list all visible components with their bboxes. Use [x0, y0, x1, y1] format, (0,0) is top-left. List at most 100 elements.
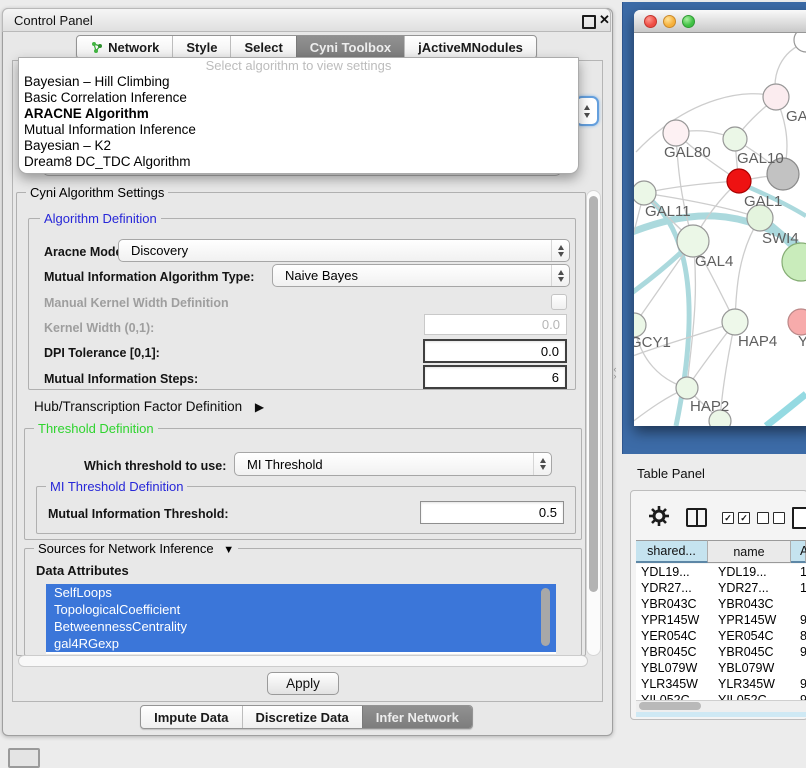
table-row[interactable]: YBL079W YBL079W	[636, 660, 806, 676]
node-hap4[interactable]	[722, 309, 748, 335]
attribute-item[interactable]: SelfLoops	[46, 584, 556, 601]
tab-select-label: Select	[244, 40, 282, 55]
checkbox-checked-icon: ✓	[738, 512, 750, 524]
table-row[interactable]: YIL052C YIL052C 9.	[636, 692, 806, 700]
mi-algorithm-type-combo[interactable]: Naive Bayes	[272, 264, 570, 287]
attribute-item[interactable]: gal4RGexp	[46, 635, 556, 652]
close-icon[interactable]: ✕	[599, 12, 610, 27]
table-row[interactable]: YPR145W YPR145W 9.	[636, 612, 806, 628]
sources-group-title[interactable]: Sources for Network Inference ▼	[34, 542, 238, 557]
node[interactable]	[763, 84, 789, 110]
column-header-clipped[interactable]: A	[791, 540, 806, 563]
tab-select[interactable]: Select	[230, 36, 295, 58]
cell-shared-name: YDR27...	[636, 580, 708, 596]
table-row[interactable]: YLR345W YLR345W 9.	[636, 676, 806, 692]
which-threshold-combo[interactable]: MI Threshold	[234, 452, 552, 476]
document-icon[interactable]	[792, 507, 806, 529]
combo-arrows-icon	[533, 453, 551, 475]
table-row[interactable]: YBR045C YBR045C 9.	[636, 644, 806, 660]
data-attributes-list[interactable]: SelfLoops TopologicalCoefficient Between…	[46, 584, 556, 654]
mi-steps-field[interactable]: 6	[423, 365, 567, 389]
gear-icon[interactable]	[649, 506, 669, 526]
node-label: GAL4	[695, 253, 733, 270]
window-minimize-icon[interactable]	[663, 15, 676, 28]
table-panel-title: Table Panel	[637, 466, 705, 481]
cell-shared-name: YDL19...	[636, 564, 708, 580]
which-threshold-value: MI Threshold	[247, 457, 323, 472]
column-header-name[interactable]: name	[708, 540, 791, 563]
table-scrollbar-thumb[interactable]	[639, 702, 701, 710]
attributes-list-scrollbar-thumb[interactable]	[541, 588, 550, 646]
cell-value: 8.	[791, 628, 806, 644]
tab-style[interactable]: Style	[172, 36, 230, 58]
aracne-mode-combo[interactable]: Discovery	[118, 239, 570, 262]
algorithm-option-selected[interactable]: ARACNE Algorithm	[19, 106, 578, 122]
window-zoom-icon[interactable]	[682, 15, 695, 28]
tab-infer-network[interactable]: Infer Network	[362, 706, 472, 728]
settings-vertical-scrollbar[interactable]	[586, 190, 601, 656]
attribute-item[interactable]: BetweennessCentrality	[46, 618, 556, 635]
node-gal1[interactable]	[727, 169, 751, 193]
splitter-grip[interactable]: ‹›	[612, 366, 618, 380]
node-label: GCY1	[634, 334, 671, 351]
tab-cyni-toolbox[interactable]: Cyni Toolbox	[296, 36, 404, 58]
window-close-icon[interactable]	[644, 15, 657, 28]
attribute-item[interactable]: TopologicalCoefficient	[46, 601, 556, 618]
settings-horizontal-scrollbar[interactable]	[18, 655, 588, 667]
node-green-large[interactable]	[782, 243, 806, 281]
spinner-down-icon	[584, 113, 590, 118]
hub-section-toggle[interactable]: Hub/Transcription Factor Definition ▶	[34, 399, 264, 414]
dpi-tolerance-field[interactable]: 0.0	[423, 339, 567, 363]
checked-columns-icon[interactable]: ✓ ✓	[722, 512, 750, 524]
node-label: SWI4	[762, 230, 799, 247]
apply-button[interactable]: Apply	[267, 672, 339, 695]
algorithm-option[interactable]: Dream8 DC_TDC Algorithm	[19, 154, 578, 170]
tab-impute-data[interactable]: Impute Data	[141, 706, 241, 728]
column-header-shared-name[interactable]: shared...	[636, 540, 708, 563]
cell-value: 9.	[791, 676, 806, 692]
aracne-mode-label: Aracne Mode:	[44, 245, 127, 259]
tab-infer-network-label: Infer Network	[376, 710, 459, 725]
network-graph: GAL GAL80 GAL10 GAL1 GAL11 SWI4 GAL4 GCY…	[634, 33, 806, 426]
control-panel-title: Control Panel	[14, 13, 93, 28]
cell-name: YDL19...	[708, 564, 791, 580]
node-table[interactable]: YDL19... YDL19... 13 YDR27... YDR27... 1…	[636, 564, 806, 700]
table-row[interactable]: YER054C YER054C 8.	[636, 628, 806, 644]
node-label: GAL10	[737, 150, 784, 167]
cell-name: YIL052C	[708, 692, 791, 700]
node-gal10[interactable]	[723, 127, 747, 151]
columns-icon[interactable]	[686, 508, 707, 527]
mi-threshold-field[interactable]: 0.5	[420, 501, 564, 524]
unchecked-columns-icon[interactable]	[757, 512, 785, 524]
node-gal80[interactable]	[663, 120, 689, 146]
combo-arrows-icon	[551, 265, 569, 286]
table-row[interactable]: YDR27... YDR27... 12	[636, 580, 806, 596]
algorithm-option[interactable]: Bayesian – Hill Climbing	[19, 74, 578, 90]
collapse-down-icon[interactable]: ▼	[223, 544, 234, 556]
table-row[interactable]: YDL19... YDL19... 13	[636, 564, 806, 580]
algorithm-option[interactable]: Mutual Information Inference	[19, 122, 578, 138]
node-gal11[interactable]	[634, 181, 656, 205]
node[interactable]	[794, 33, 806, 52]
algorithm-option[interactable]: Basic Correlation Inference	[19, 90, 578, 106]
table-row[interactable]: YBR043C YBR043C	[636, 596, 806, 612]
tab-network[interactable]: Network	[77, 36, 172, 58]
manual-kernel-label: Manual Kernel Width Definition	[44, 296, 229, 310]
algorithm-option[interactable]: Bayesian – K2	[19, 138, 578, 154]
node-label: HAP4	[738, 333, 777, 350]
hub-section-label: Hub/Transcription Factor Definition	[34, 399, 242, 414]
manual-kernel-checkbox[interactable]	[551, 294, 567, 310]
minimized-panel-icon[interactable]	[8, 748, 40, 768]
mi-algorithm-type-value: Naive Bayes	[285, 268, 358, 283]
network-canvas[interactable]: GAL GAL80 GAL10 GAL1 GAL11 SWI4 GAL4 GCY…	[634, 33, 806, 426]
node-salmon[interactable]	[788, 309, 806, 335]
kernel-width-field[interactable]: 0.0	[424, 314, 567, 335]
settings-scrollbar-thumb[interactable]	[589, 196, 598, 592]
tab-jactivemnodules[interactable]: jActiveMNodules	[404, 36, 536, 58]
cell-shared-name: YBL079W	[636, 660, 708, 676]
cell-shared-name: YPR145W	[636, 612, 708, 628]
node-hap2[interactable]	[676, 377, 698, 399]
float-window-icon[interactable]	[582, 15, 596, 29]
expand-right-icon[interactable]: ▶	[255, 400, 264, 414]
tab-discretize-data[interactable]: Discretize Data	[242, 706, 362, 728]
